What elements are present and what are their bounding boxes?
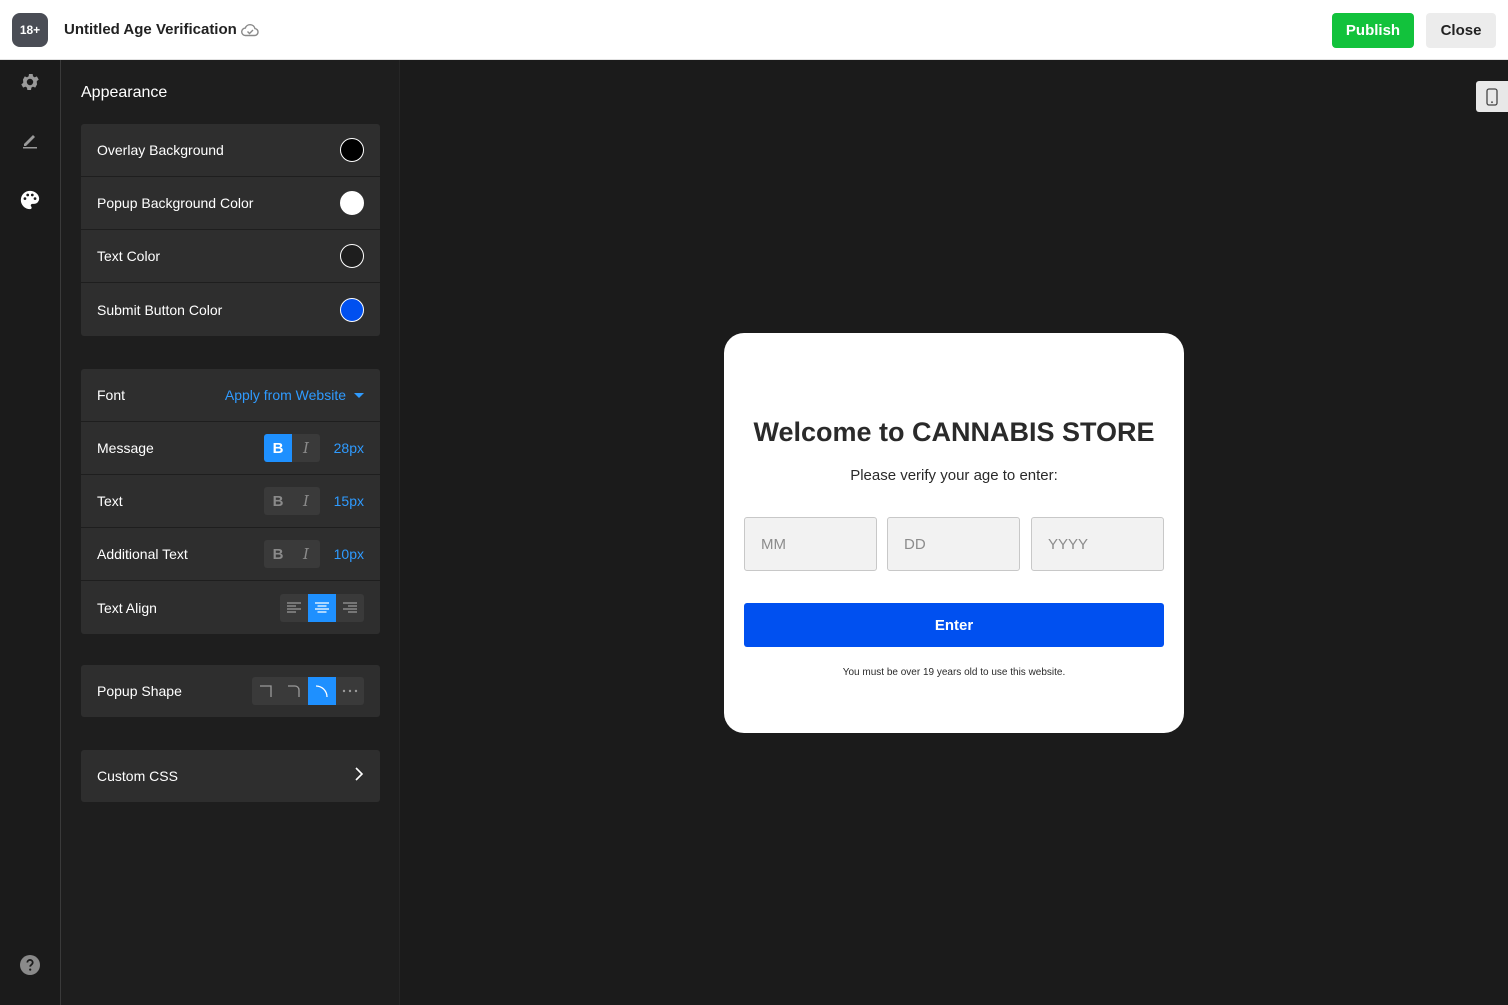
additional-italic-toggle[interactable]: I	[292, 540, 320, 568]
document-title[interactable]: Untitled Age Verification	[64, 21, 237, 38]
text-size-value[interactable]: 15px	[332, 493, 364, 509]
publish-button[interactable]: Publish	[1332, 13, 1414, 48]
message-style-row: Message B I 28px	[81, 422, 380, 475]
pen-icon[interactable]	[18, 128, 42, 152]
additional-size-value[interactable]: 10px	[332, 546, 364, 562]
row-label: Text	[97, 493, 123, 509]
message-size-value[interactable]: 28px	[332, 440, 364, 456]
align-left-icon[interactable]	[280, 594, 308, 622]
preview-canvas: Welcome to CANNABIS STORE Please verify …	[400, 60, 1508, 1005]
font-dropdown[interactable]: Apply from Website	[225, 387, 364, 403]
message-style-buttons: B I	[264, 434, 320, 462]
text-italic-toggle[interactable]: I	[292, 487, 320, 515]
row-label: Overlay Background	[97, 142, 224, 158]
overlay-background-row: Overlay Background	[81, 124, 380, 177]
cloud-saved-icon	[240, 20, 260, 40]
popup-message: Welcome to CANNABIS STORE	[753, 417, 1155, 447]
palette-icon[interactable]	[18, 188, 42, 212]
align-right-icon[interactable]	[336, 594, 364, 622]
more-dots-icon[interactable]	[336, 677, 364, 705]
popup-shape-row: Popup Shape	[81, 665, 380, 717]
shape-rounded-icon[interactable]	[280, 677, 308, 705]
popup-background-row: Popup Background Color	[81, 177, 380, 230]
font-row: Font Apply from Website	[81, 369, 380, 422]
row-label: Additional Text	[97, 546, 188, 562]
row-label: Popup Shape	[97, 683, 182, 699]
top-bar: 18+ Untitled Age Verification Publish Cl…	[0, 0, 1508, 60]
text-style-row: Text B I 15px	[81, 475, 380, 528]
row-label: Text Color	[97, 248, 161, 264]
popup-shape-buttons	[252, 677, 364, 705]
typography-group: Font Apply from Website Message B I 28px…	[81, 369, 380, 634]
additional-text-style-buttons: B I	[264, 540, 320, 568]
text-color-row: Text Color	[81, 230, 380, 283]
chevron-right-icon	[354, 766, 364, 787]
year-input[interactable]	[1031, 517, 1164, 571]
shape-group: Popup Shape	[81, 665, 380, 717]
help-icon[interactable]	[18, 953, 42, 977]
popup-background-color-swatch[interactable]	[340, 191, 364, 215]
submit-button-color-row: Submit Button Color	[81, 283, 380, 336]
panel-heading: Appearance	[81, 84, 168, 101]
caret-down-icon	[354, 392, 364, 398]
overlay-color-swatch[interactable]	[340, 138, 364, 162]
shape-square-icon[interactable]	[252, 677, 280, 705]
align-center-icon[interactable]	[308, 593, 336, 622]
row-label: Font	[97, 387, 126, 403]
row-label: Popup Background Color	[97, 195, 254, 211]
text-bold-toggle[interactable]: B	[264, 487, 292, 515]
enter-button[interactable]: Enter	[744, 603, 1164, 647]
icon-rail	[0, 60, 61, 1005]
close-button[interactable]: Close	[1426, 13, 1496, 48]
day-input[interactable]	[887, 517, 1020, 571]
font-dropdown-value: Apply from Website	[224, 387, 346, 403]
message-bold-toggle[interactable]: B	[264, 434, 292, 462]
popup-additional-text: You must be over 19 years old to use thi…	[842, 667, 1066, 678]
shape-rounded-more-icon[interactable]	[308, 677, 336, 705]
custom-css-group[interactable]: Custom CSS	[81, 750, 380, 802]
text-color-swatch[interactable]	[340, 244, 364, 268]
mobile-preview-icon[interactable]	[1476, 81, 1508, 112]
popup-text: Please verify your age to enter:	[850, 467, 1058, 484]
additional-bold-toggle[interactable]: B	[264, 540, 292, 568]
text-align-row: Text Align	[81, 581, 380, 634]
month-input[interactable]	[744, 517, 877, 571]
app-logo: 18+	[12, 13, 48, 47]
text-style-buttons: B I	[264, 487, 320, 515]
gear-icon[interactable]	[18, 70, 42, 94]
colors-group: Overlay Background Popup Background Colo…	[81, 124, 380, 336]
appearance-panel: Appearance Overlay Background Popup Back…	[61, 60, 400, 1005]
additional-text-style-row: Additional Text B I 10px	[81, 528, 380, 581]
submit-button-color-swatch[interactable]	[340, 297, 364, 322]
row-label: Submit Button Color	[97, 301, 223, 318]
message-italic-toggle[interactable]: I	[292, 434, 320, 462]
row-label: Message	[97, 440, 154, 456]
text-align-buttons	[280, 593, 364, 622]
custom-css-row[interactable]: Custom CSS	[81, 750, 380, 802]
row-label: Custom CSS	[97, 768, 178, 784]
age-verification-popup: Welcome to CANNABIS STORE Please verify …	[724, 333, 1184, 733]
row-label: Text Align	[97, 599, 157, 616]
